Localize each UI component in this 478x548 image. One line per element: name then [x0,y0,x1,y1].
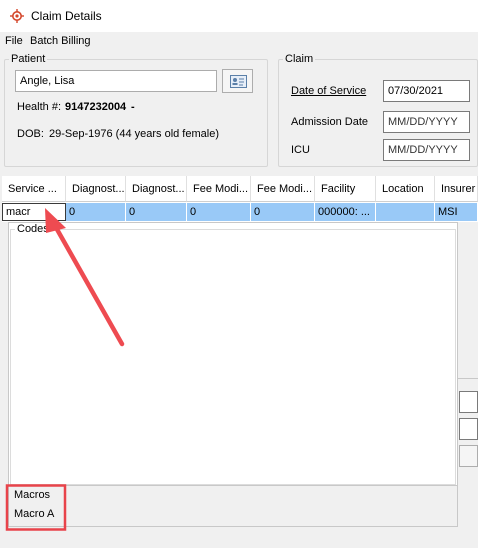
col-header-fee-modifier-2[interactable]: Fee Modi... [251,176,315,202]
date-of-service-label: Date of Service [291,85,367,97]
icu-label: ICU [291,144,310,156]
hidden-button[interactable] [459,445,478,467]
target-icon [10,9,24,23]
patient-card-button[interactable] [222,69,253,93]
divider [457,378,478,379]
date-of-service-field[interactable]: 07/30/2021 [383,80,470,102]
cell-diagnostic-2[interactable]: 0 [126,203,187,221]
health-number-value: 9147232004 [65,101,127,113]
col-header-facility[interactable]: Facility [315,176,376,202]
dob-value: 29-Sep-1976 (44 years old female) [49,128,219,140]
cell-insurer[interactable]: MSI [435,203,478,221]
window-title: Claim Details [31,9,102,23]
cell-diagnostic-1[interactable]: 0 [66,203,126,221]
icu-field[interactable]: MM/DD/YYYY [383,139,470,161]
menu-batch-billing[interactable]: Batch Billing [30,35,91,47]
hidden-field-2[interactable] [459,418,478,440]
col-header-location[interactable]: Location [376,176,435,202]
claim-legend: Claim [283,53,316,65]
service-grid: Service ... Diagnost... Diagnost... Fee … [2,176,478,222]
patient-legend: Patient [9,53,48,65]
col-header-diagnostic-1[interactable]: Diagnost... [66,176,126,202]
id-card-icon [230,75,247,88]
menu-bar: File Batch Billing [0,32,478,50]
admission-date-label: Admission Date [291,116,369,128]
title-bar: Claim Details [0,0,478,32]
macros-panel [8,485,458,527]
cell-facility[interactable]: 000000: ... [315,203,376,221]
macros-legend: Macros [14,489,51,501]
codes-list[interactable] [10,229,456,485]
patient-name-field[interactable]: Angle, Lisa [15,70,217,92]
macro-item[interactable]: Macro A [14,508,54,520]
col-header-fee-modifier-1[interactable]: Fee Modi... [187,176,251,202]
dob-label: DOB: [17,128,44,140]
col-header-diagnostic-2[interactable]: Diagnost... [126,176,187,202]
health-number-suffix: - [131,101,135,113]
col-header-insurer[interactable]: Insurer [435,176,478,202]
admission-date-field[interactable]: MM/DD/YYYY [383,111,470,133]
menu-file[interactable]: File [5,35,23,47]
service-code-input[interactable]: macr [2,203,66,221]
cell-location[interactable] [376,203,435,221]
codes-legend: Codes [15,223,51,235]
health-number-label: Health #: [17,101,62,113]
cell-fee-modifier-2[interactable]: 0 [251,203,315,221]
hidden-field-1[interactable] [459,391,478,413]
col-header-service[interactable]: Service ... [2,176,66,202]
cell-fee-modifier-1[interactable]: 0 [187,203,251,221]
